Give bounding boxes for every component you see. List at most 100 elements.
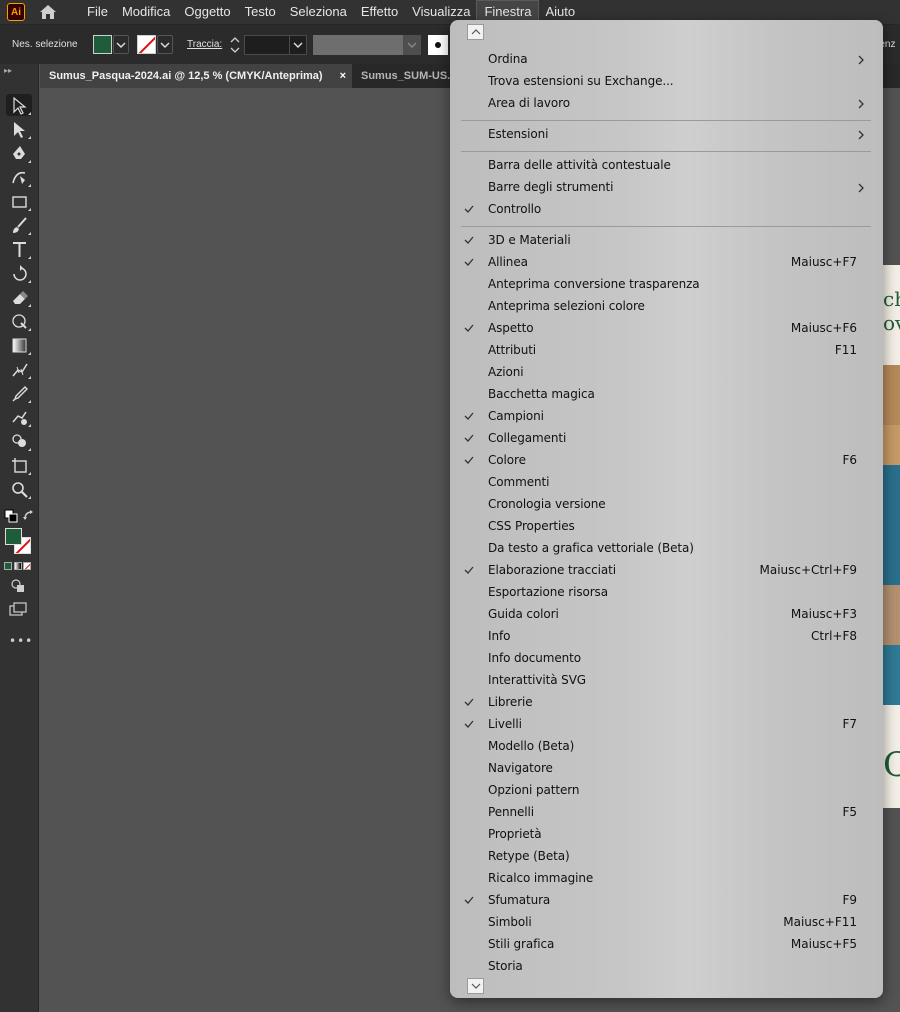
menu-item-label: Area di lavoro	[488, 96, 570, 110]
curvature-tool[interactable]	[6, 166, 32, 188]
menu-item-simboli[interactable]: Simboli Maiusc+F11	[450, 912, 883, 934]
menu-item-interattivit-svg[interactable]: Interattività SVG	[450, 670, 883, 692]
eraser-tool[interactable]	[6, 286, 32, 308]
menu-item-azioni[interactable]: Azioni	[450, 362, 883, 384]
menu-item-propriet[interactable]: Proprietà	[450, 824, 883, 846]
stroke-label[interactable]: Traccia:	[187, 39, 222, 50]
menu-item-label: Allinea	[488, 255, 528, 269]
menu-item-anteprima-conversione-trasparenza[interactable]: Anteprima conversione trasparenza	[450, 274, 883, 296]
stroke-weight-input[interactable]	[244, 35, 290, 55]
artboard-image	[883, 365, 900, 425]
menu-item-livelli[interactable]: Livelli F7	[450, 714, 883, 736]
menu-item-label: Anteprima conversione trasparenza	[488, 277, 700, 291]
tab-active-document[interactable]: Sumus_Pasqua-2024.ai @ 12,5 % (CMYK/Ante…	[40, 64, 352, 88]
menu-item-area-di-lavoro[interactable]: Area di lavoro	[450, 93, 883, 115]
menu-item-info-documento[interactable]: Info documento	[450, 648, 883, 670]
variable-width-profile[interactable]	[313, 35, 403, 55]
menu-item-da-testo-a-grafica-vettoriale-beta[interactable]: Da testo a grafica vettoriale (Beta)	[450, 538, 883, 560]
menu-item-trova-estensioni-su-exchange[interactable]: Trova estensioni su Exchange...	[450, 71, 883, 93]
menu-item-storia[interactable]: Storia	[450, 956, 883, 978]
fill-color-box[interactable]	[5, 528, 22, 545]
menu-item-ricalco-immagine[interactable]: Ricalco immagine	[450, 868, 883, 890]
artboard[interactable]: ch ov C	[883, 265, 900, 808]
menu-item-label: Collegamenti	[488, 431, 567, 445]
rectangle-tool[interactable]	[6, 190, 32, 212]
scroll-up-button[interactable]	[467, 24, 484, 40]
shape-builder-tool[interactable]	[6, 430, 32, 452]
gradient-mode-icon[interactable]	[14, 562, 22, 570]
menu-item-retype-beta[interactable]: Retype (Beta)	[450, 846, 883, 868]
eyedropper-tool[interactable]	[6, 382, 32, 404]
menu-item-modello-beta[interactable]: Modello (Beta)	[450, 736, 883, 758]
menu-item-attributi[interactable]: Attributi F11	[450, 340, 883, 362]
draw-mode-icon[interactable]	[11, 579, 25, 593]
menu-item-navigatore[interactable]: Navigatore	[450, 758, 883, 780]
menu-file[interactable]: File	[80, 1, 115, 23]
menu-item-librerie[interactable]: Librerie	[450, 692, 883, 714]
menu-item-collegamenti[interactable]: Collegamenti	[450, 428, 883, 450]
blend-tool[interactable]	[6, 406, 32, 428]
width-tool[interactable]	[6, 358, 32, 380]
menu-oggetto[interactable]: Oggetto	[177, 1, 237, 23]
screen-mode-icon[interactable]	[9, 602, 27, 616]
menu-item-estensioni[interactable]: Estensioni	[450, 124, 883, 146]
color-mode-icon[interactable]	[4, 562, 12, 570]
shape-builder-icon	[11, 433, 26, 447]
puppet-warp-tool[interactable]	[6, 310, 32, 332]
scroll-down-button[interactable]	[467, 978, 484, 994]
panel-collapse-icon[interactable]: ▸▸	[4, 66, 12, 75]
pen-tool[interactable]	[6, 142, 32, 164]
menu-item-barra-delle-attivit-contestuale[interactable]: Barra delle attività contestuale	[450, 155, 883, 177]
default-fill-stroke-icon[interactable]	[4, 509, 18, 523]
menu-item-cronologia-versione[interactable]: Cronologia versione	[450, 494, 883, 516]
fill-color-swatch[interactable]	[93, 35, 112, 54]
menu-item-guida-colori[interactable]: Guida colori Maiusc+F3	[450, 604, 883, 626]
stroke-weight-stepper[interactable]	[228, 35, 242, 55]
stroke-color-swatch[interactable]	[137, 35, 156, 54]
rotate-tool[interactable]	[6, 262, 32, 284]
menu-item-opzioni-pattern[interactable]: Opzioni pattern	[450, 780, 883, 802]
tab-document[interactable]: Sumus_SUM-US.a	[353, 64, 463, 88]
menu-item-sfumatura[interactable]: Sfumatura F9	[450, 890, 883, 912]
menu-item-barre-degli-strumenti[interactable]: Barre degli strumenti	[450, 177, 883, 199]
stroke-dropdown-button[interactable]	[157, 35, 173, 54]
direct-selection-tool[interactable]	[6, 118, 32, 140]
profile-dropdown[interactable]	[403, 35, 421, 55]
menu-item-controllo[interactable]: Controllo	[450, 199, 883, 221]
menu-item-commenti[interactable]: Commenti	[450, 472, 883, 494]
paintbrush-tool[interactable]	[6, 214, 32, 236]
menu-effetto[interactable]: Effetto	[354, 1, 405, 23]
menu-item-bacchetta-magica[interactable]: Bacchetta magica	[450, 384, 883, 406]
swap-fill-stroke-icon[interactable]	[22, 509, 36, 523]
menu-item-css-properties[interactable]: CSS Properties	[450, 516, 883, 538]
zoom-tool[interactable]	[6, 478, 32, 500]
menu-modifica[interactable]: Modifica	[115, 1, 177, 23]
fill-dropdown-button[interactable]	[113, 35, 129, 54]
menu-item-anteprima-selezioni-colore[interactable]: Anteprima selezioni colore	[450, 296, 883, 318]
type-tool[interactable]	[6, 238, 32, 260]
menu-item-esportazione-risorsa[interactable]: Esportazione risorsa	[450, 582, 883, 604]
stroke-weight-dropdown[interactable]	[289, 35, 307, 55]
menu-item-stili-grafica[interactable]: Stili grafica Maiusc+F5	[450, 934, 883, 956]
menu-item-allinea[interactable]: Allinea Maiusc+F7	[450, 252, 883, 274]
menu-item-ordina[interactable]: Ordina	[450, 49, 883, 71]
menu-testo[interactable]: Testo	[238, 1, 283, 23]
menu-item-info[interactable]: Info Ctrl+F8	[450, 626, 883, 648]
more-tools-icon[interactable]: •••	[9, 634, 33, 648]
artboard-tool[interactable]	[6, 454, 32, 476]
brush-definition[interactable]	[428, 35, 448, 55]
selection-icon	[12, 96, 27, 115]
menu-item-3d-e-materiali[interactable]: 3D e Materiali	[450, 230, 883, 252]
menu-seleziona[interactable]: Seleziona	[283, 1, 354, 23]
menu-item-elaborazione-tracciati[interactable]: Elaborazione tracciati Maiusc+Ctrl+F9	[450, 560, 883, 582]
gradient-tool[interactable]	[6, 334, 32, 356]
home-icon[interactable]	[38, 2, 58, 22]
menu-item-pennelli[interactable]: Pennelli F5	[450, 802, 883, 824]
menu-item-shortcut: Maiusc+F5	[790, 937, 857, 951]
menu-item-aspetto[interactable]: Aspetto Maiusc+F6	[450, 318, 883, 340]
close-icon[interactable]: ×	[340, 64, 346, 88]
menu-item-colore[interactable]: Colore F6	[450, 450, 883, 472]
none-mode-icon[interactable]	[23, 562, 31, 570]
menu-item-campioni[interactable]: Campioni	[450, 406, 883, 428]
selection-tool[interactable]	[6, 94, 32, 116]
